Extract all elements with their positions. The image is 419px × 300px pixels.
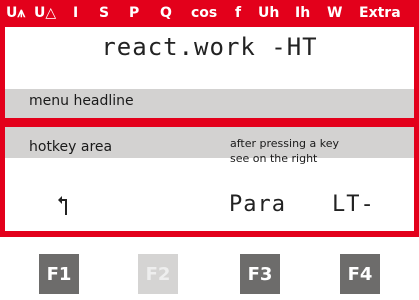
softkey-f3-label[interactable]: Para (229, 192, 286, 217)
quantity-p[interactable]: P (129, 5, 139, 22)
softkey-f4-label[interactable]: LT- (332, 192, 375, 217)
quantity-w[interactable]: W (327, 5, 342, 22)
f2-button[interactable]: F2 (138, 254, 178, 294)
back-arrow-icon[interactable] (56, 195, 70, 221)
f3-button[interactable]: F3 (240, 254, 280, 294)
hotkey-note-line2: see on the right (230, 152, 318, 165)
screen-title: react.work -HT (101, 33, 318, 61)
quantity-uh[interactable]: Uh (258, 5, 279, 22)
quantity-u-delta[interactable]: U△ (34, 5, 56, 22)
quantity-s[interactable]: S (99, 5, 109, 22)
softkey-labels: Para LT- (5, 192, 414, 224)
quantity-i[interactable]: I (73, 5, 78, 22)
quantity-cos[interactable]: cos (191, 5, 217, 22)
quantity-u-star[interactable]: U⩚ (6, 5, 25, 22)
quantity-ih[interactable]: Ih (295, 5, 310, 22)
quantity-extra[interactable]: Extra (359, 5, 401, 22)
hotkey-area-label: hotkey area (29, 139, 113, 155)
f4-button[interactable]: F4 (340, 254, 380, 294)
hotkey-note-line1: after pressing a key (230, 137, 340, 150)
hotkey-note: after pressing a key see on the right (230, 136, 339, 166)
quantity-bar: U⩚ U△ I S P Q cos f Uh Ih W Extra (0, 0, 419, 27)
quantity-q[interactable]: Q (160, 5, 172, 22)
quantity-f[interactable]: f (235, 5, 241, 22)
f1-button[interactable]: F1 (39, 254, 79, 294)
menu-headline-label: menu headline (29, 93, 134, 109)
